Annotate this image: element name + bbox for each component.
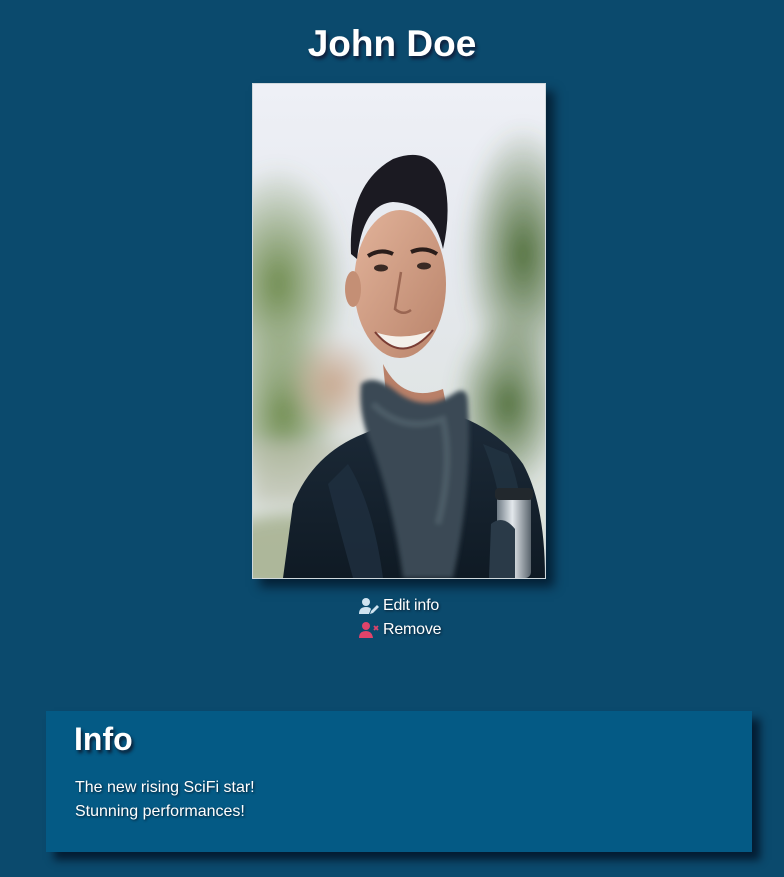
profile-name: John Doe (307, 23, 477, 64)
profile-actions: Edit info Remove (358, 594, 558, 642)
user-edit-icon (359, 598, 379, 614)
remove-button[interactable]: Remove (358, 618, 558, 642)
info-heading: Info (74, 721, 133, 757)
profile-photo-image (253, 84, 545, 578)
info-line: Stunning performances! (75, 803, 245, 820)
edit-info-label: Edit info (383, 597, 440, 614)
info-line: The new rising SciFi star! (75, 779, 255, 796)
edit-info-button[interactable]: Edit info (358, 594, 558, 618)
remove-label: Remove (383, 621, 442, 638)
user-remove-icon (359, 622, 379, 638)
info-card: Info The new rising SciFi star! Stunning… (46, 711, 752, 852)
profile-photo (252, 83, 546, 579)
